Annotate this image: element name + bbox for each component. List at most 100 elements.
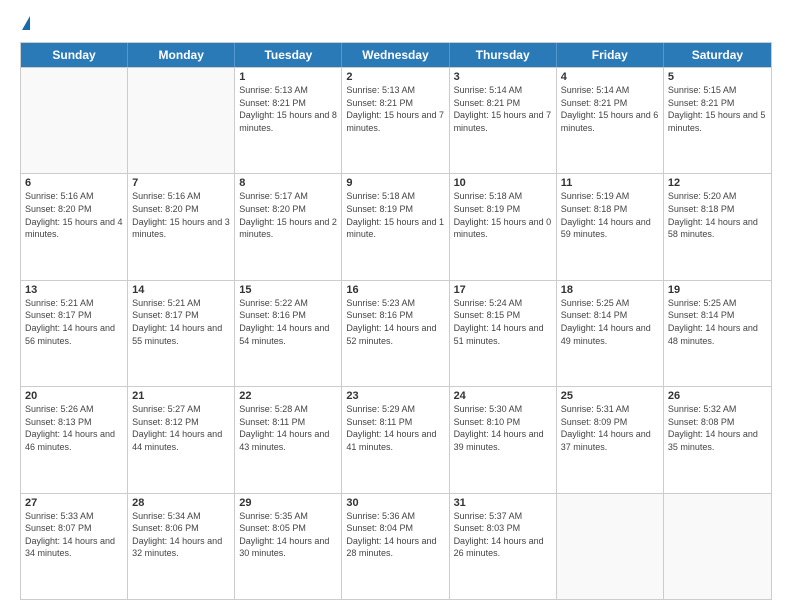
day-number: 31	[454, 497, 552, 509]
calendar-cell: 17Sunrise: 5:24 AMSunset: 8:15 PMDayligh…	[450, 281, 557, 386]
day-number: 27	[25, 497, 123, 509]
calendar-cell	[21, 68, 128, 173]
day-info: Sunrise: 5:34 AMSunset: 8:06 PMDaylight:…	[132, 510, 230, 560]
day-number: 28	[132, 497, 230, 509]
calendar-cell: 13Sunrise: 5:21 AMSunset: 8:17 PMDayligh…	[21, 281, 128, 386]
day-info: Sunrise: 5:31 AMSunset: 8:09 PMDaylight:…	[561, 403, 659, 453]
calendar-cell: 25Sunrise: 5:31 AMSunset: 8:09 PMDayligh…	[557, 387, 664, 492]
calendar-cell: 2Sunrise: 5:13 AMSunset: 8:21 PMDaylight…	[342, 68, 449, 173]
weekday-header: Friday	[557, 43, 664, 67]
calendar-cell: 4Sunrise: 5:14 AMSunset: 8:21 PMDaylight…	[557, 68, 664, 173]
calendar-header: SundayMondayTuesdayWednesdayThursdayFrid…	[21, 43, 771, 67]
calendar-cell	[128, 68, 235, 173]
day-info: Sunrise: 5:18 AMSunset: 8:19 PMDaylight:…	[454, 190, 552, 240]
calendar-cell: 14Sunrise: 5:21 AMSunset: 8:17 PMDayligh…	[128, 281, 235, 386]
day-info: Sunrise: 5:14 AMSunset: 8:21 PMDaylight:…	[454, 84, 552, 134]
calendar-cell: 21Sunrise: 5:27 AMSunset: 8:12 PMDayligh…	[128, 387, 235, 492]
day-number: 12	[668, 177, 767, 189]
day-number: 1	[239, 71, 337, 83]
day-info: Sunrise: 5:20 AMSunset: 8:18 PMDaylight:…	[668, 190, 767, 240]
day-number: 2	[346, 71, 444, 83]
day-info: Sunrise: 5:25 AMSunset: 8:14 PMDaylight:…	[668, 297, 767, 347]
day-number: 26	[668, 390, 767, 402]
calendar-cell: 11Sunrise: 5:19 AMSunset: 8:18 PMDayligh…	[557, 174, 664, 279]
weekday-header: Wednesday	[342, 43, 449, 67]
calendar-cell: 18Sunrise: 5:25 AMSunset: 8:14 PMDayligh…	[557, 281, 664, 386]
calendar-cell	[557, 494, 664, 599]
day-info: Sunrise: 5:27 AMSunset: 8:12 PMDaylight:…	[132, 403, 230, 453]
day-number: 8	[239, 177, 337, 189]
header	[20, 16, 772, 32]
calendar-cell: 7Sunrise: 5:16 AMSunset: 8:20 PMDaylight…	[128, 174, 235, 279]
day-number: 24	[454, 390, 552, 402]
calendar-cell	[664, 494, 771, 599]
calendar-cell: 6Sunrise: 5:16 AMSunset: 8:20 PMDaylight…	[21, 174, 128, 279]
day-number: 25	[561, 390, 659, 402]
day-info: Sunrise: 5:32 AMSunset: 8:08 PMDaylight:…	[668, 403, 767, 453]
day-info: Sunrise: 5:23 AMSunset: 8:16 PMDaylight:…	[346, 297, 444, 347]
day-info: Sunrise: 5:24 AMSunset: 8:15 PMDaylight:…	[454, 297, 552, 347]
day-info: Sunrise: 5:13 AMSunset: 8:21 PMDaylight:…	[346, 84, 444, 134]
day-number: 22	[239, 390, 337, 402]
calendar-cell: 12Sunrise: 5:20 AMSunset: 8:18 PMDayligh…	[664, 174, 771, 279]
day-info: Sunrise: 5:16 AMSunset: 8:20 PMDaylight:…	[25, 190, 123, 240]
calendar-cell: 31Sunrise: 5:37 AMSunset: 8:03 PMDayligh…	[450, 494, 557, 599]
day-number: 19	[668, 284, 767, 296]
calendar-cell: 23Sunrise: 5:29 AMSunset: 8:11 PMDayligh…	[342, 387, 449, 492]
calendar-week: 6Sunrise: 5:16 AMSunset: 8:20 PMDaylight…	[21, 173, 771, 279]
calendar-cell: 26Sunrise: 5:32 AMSunset: 8:08 PMDayligh…	[664, 387, 771, 492]
day-info: Sunrise: 5:17 AMSunset: 8:20 PMDaylight:…	[239, 190, 337, 240]
calendar-cell: 15Sunrise: 5:22 AMSunset: 8:16 PMDayligh…	[235, 281, 342, 386]
day-number: 6	[25, 177, 123, 189]
day-number: 20	[25, 390, 123, 402]
day-info: Sunrise: 5:21 AMSunset: 8:17 PMDaylight:…	[25, 297, 123, 347]
weekday-header: Thursday	[450, 43, 557, 67]
day-number: 14	[132, 284, 230, 296]
day-number: 29	[239, 497, 337, 509]
day-info: Sunrise: 5:16 AMSunset: 8:20 PMDaylight:…	[132, 190, 230, 240]
day-number: 13	[25, 284, 123, 296]
day-info: Sunrise: 5:15 AMSunset: 8:21 PMDaylight:…	[668, 84, 767, 134]
weekday-header: Tuesday	[235, 43, 342, 67]
day-number: 3	[454, 71, 552, 83]
day-info: Sunrise: 5:14 AMSunset: 8:21 PMDaylight:…	[561, 84, 659, 134]
logo	[20, 16, 30, 32]
day-info: Sunrise: 5:29 AMSunset: 8:11 PMDaylight:…	[346, 403, 444, 453]
weekday-header: Monday	[128, 43, 235, 67]
day-number: 18	[561, 284, 659, 296]
day-number: 17	[454, 284, 552, 296]
calendar-week: 20Sunrise: 5:26 AMSunset: 8:13 PMDayligh…	[21, 386, 771, 492]
calendar-cell: 20Sunrise: 5:26 AMSunset: 8:13 PMDayligh…	[21, 387, 128, 492]
calendar-week: 27Sunrise: 5:33 AMSunset: 8:07 PMDayligh…	[21, 493, 771, 599]
day-info: Sunrise: 5:18 AMSunset: 8:19 PMDaylight:…	[346, 190, 444, 240]
day-info: Sunrise: 5:30 AMSunset: 8:10 PMDaylight:…	[454, 403, 552, 453]
day-number: 21	[132, 390, 230, 402]
day-info: Sunrise: 5:28 AMSunset: 8:11 PMDaylight:…	[239, 403, 337, 453]
day-info: Sunrise: 5:22 AMSunset: 8:16 PMDaylight:…	[239, 297, 337, 347]
calendar-cell: 19Sunrise: 5:25 AMSunset: 8:14 PMDayligh…	[664, 281, 771, 386]
day-info: Sunrise: 5:35 AMSunset: 8:05 PMDaylight:…	[239, 510, 337, 560]
calendar-week: 1Sunrise: 5:13 AMSunset: 8:21 PMDaylight…	[21, 67, 771, 173]
calendar-cell: 1Sunrise: 5:13 AMSunset: 8:21 PMDaylight…	[235, 68, 342, 173]
calendar-cell: 3Sunrise: 5:14 AMSunset: 8:21 PMDaylight…	[450, 68, 557, 173]
calendar-cell: 30Sunrise: 5:36 AMSunset: 8:04 PMDayligh…	[342, 494, 449, 599]
day-info: Sunrise: 5:26 AMSunset: 8:13 PMDaylight:…	[25, 403, 123, 453]
calendar: SundayMondayTuesdayWednesdayThursdayFrid…	[20, 42, 772, 600]
calendar-cell: 24Sunrise: 5:30 AMSunset: 8:10 PMDayligh…	[450, 387, 557, 492]
calendar-body: 1Sunrise: 5:13 AMSunset: 8:21 PMDaylight…	[21, 67, 771, 599]
day-info: Sunrise: 5:19 AMSunset: 8:18 PMDaylight:…	[561, 190, 659, 240]
day-number: 5	[668, 71, 767, 83]
weekday-header: Saturday	[664, 43, 771, 67]
weekday-header: Sunday	[21, 43, 128, 67]
calendar-cell: 9Sunrise: 5:18 AMSunset: 8:19 PMDaylight…	[342, 174, 449, 279]
day-info: Sunrise: 5:13 AMSunset: 8:21 PMDaylight:…	[239, 84, 337, 134]
day-number: 10	[454, 177, 552, 189]
day-number: 4	[561, 71, 659, 83]
calendar-cell: 16Sunrise: 5:23 AMSunset: 8:16 PMDayligh…	[342, 281, 449, 386]
day-number: 9	[346, 177, 444, 189]
logo-triangle-icon	[22, 16, 30, 30]
calendar-cell: 29Sunrise: 5:35 AMSunset: 8:05 PMDayligh…	[235, 494, 342, 599]
calendar-week: 13Sunrise: 5:21 AMSunset: 8:17 PMDayligh…	[21, 280, 771, 386]
calendar-cell: 10Sunrise: 5:18 AMSunset: 8:19 PMDayligh…	[450, 174, 557, 279]
day-info: Sunrise: 5:21 AMSunset: 8:17 PMDaylight:…	[132, 297, 230, 347]
